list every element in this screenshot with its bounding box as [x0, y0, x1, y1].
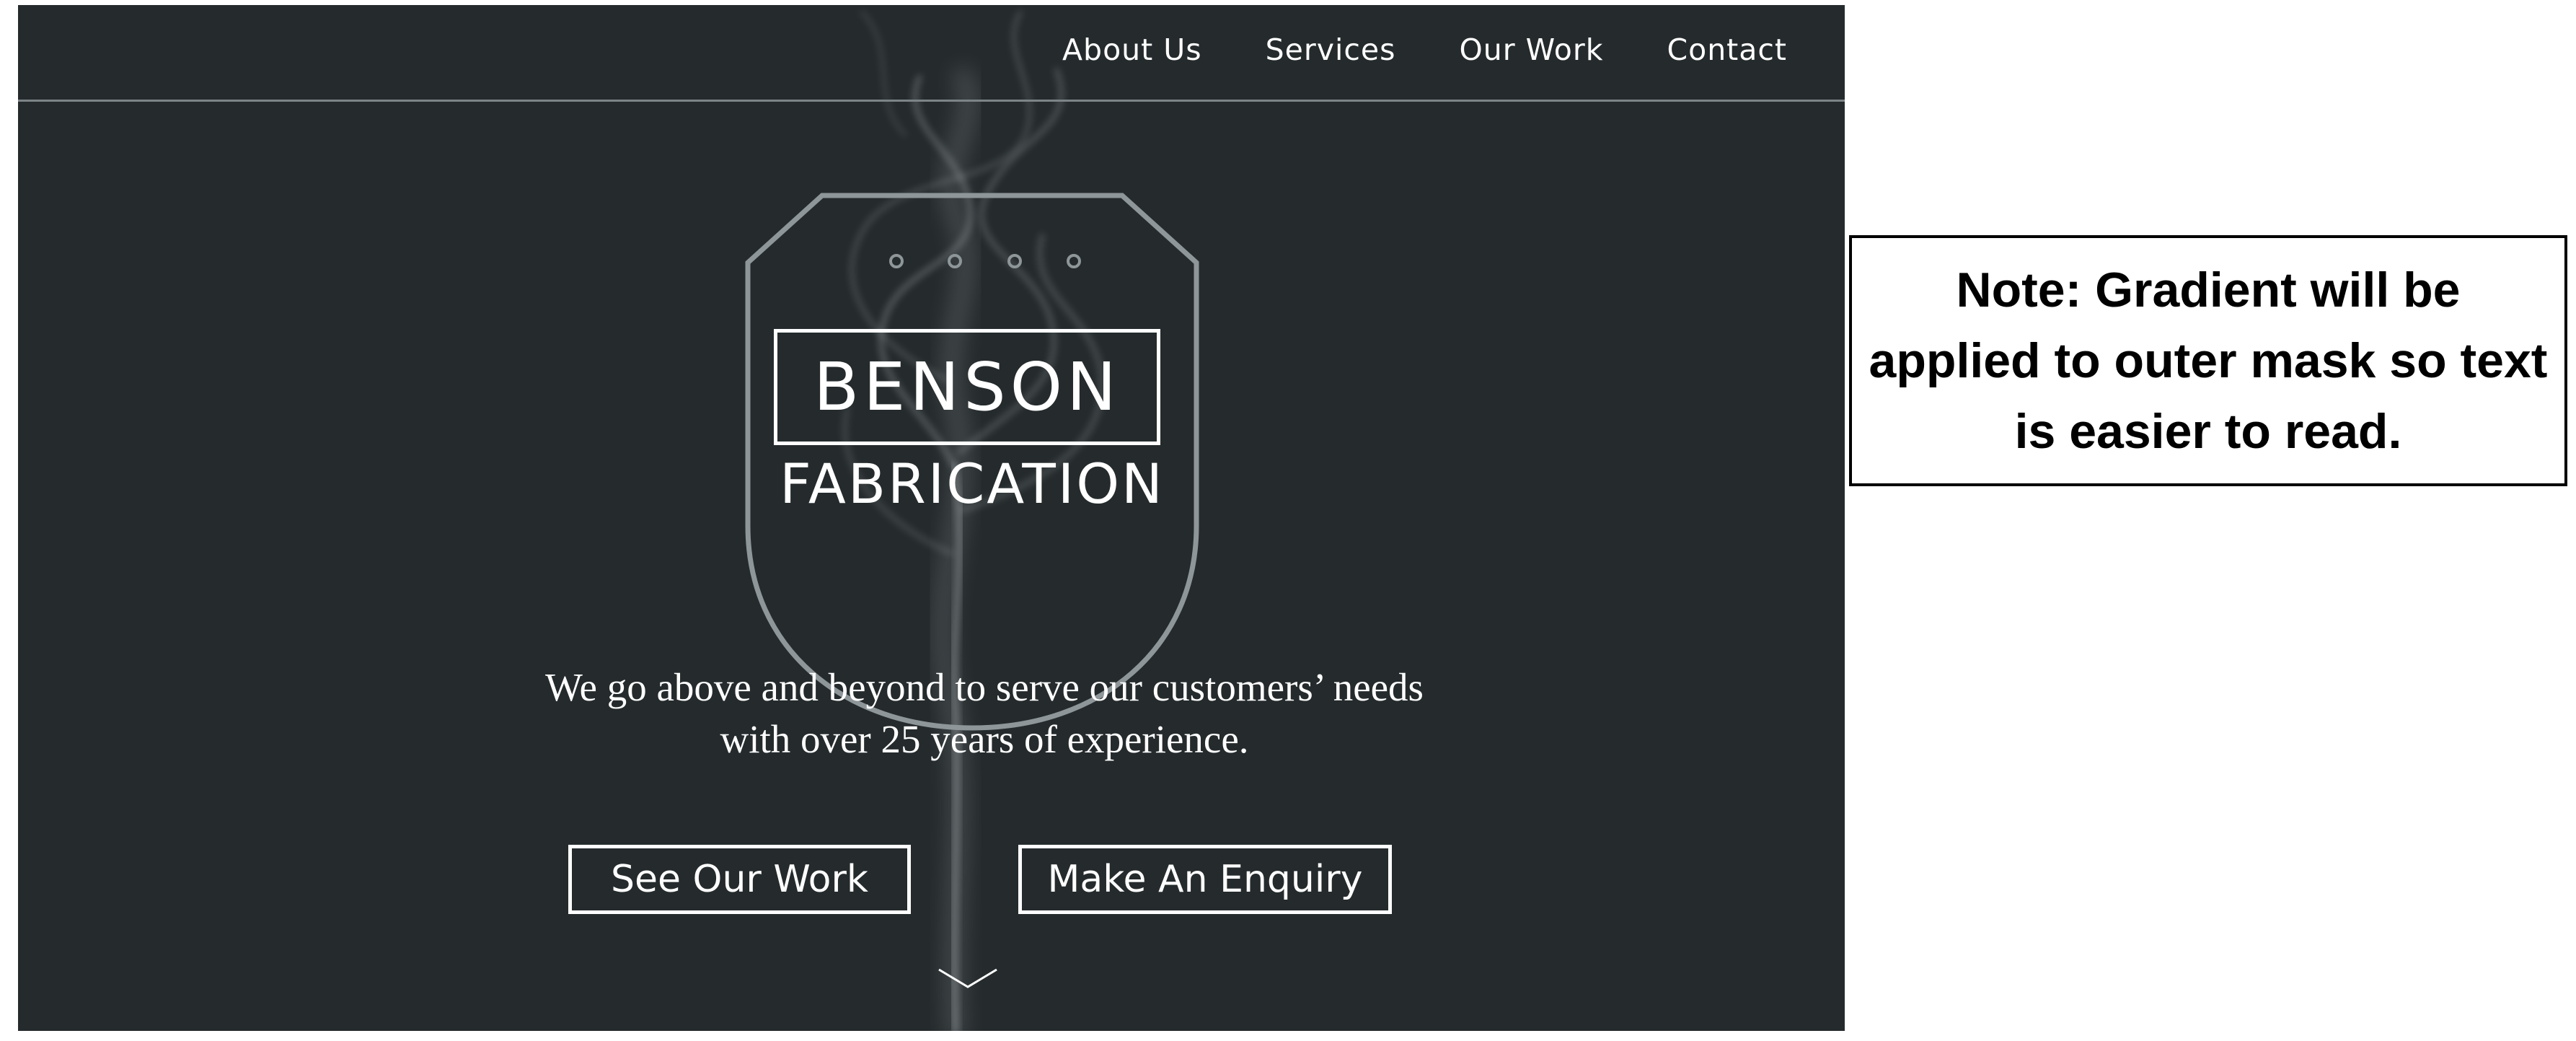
- chevron-down-icon[interactable]: [937, 966, 999, 991]
- hero-tagline: We go above and beyond to serve our cust…: [379, 662, 1590, 765]
- nav-link-our-work[interactable]: Our Work: [1460, 35, 1604, 65]
- page: About Us Services Our Work Contact BENSO…: [0, 0, 2576, 1041]
- note-text: Note: Gradient will be applied to outer …: [1869, 263, 2548, 459]
- hero-section: About Us Services Our Work Contact BENSO…: [18, 5, 1845, 1031]
- see-our-work-button[interactable]: See Our Work: [568, 845, 911, 914]
- brand-name: BENSON: [813, 348, 1121, 426]
- tagline-line-2: with over 25 years of experience.: [720, 717, 1249, 761]
- nav-link-contact[interactable]: Contact: [1667, 35, 1787, 65]
- top-navigation: About Us Services Our Work Contact: [18, 5, 1845, 102]
- make-an-enquiry-button[interactable]: Make An Enquiry: [1018, 845, 1392, 914]
- brand-name-box: BENSON: [774, 329, 1160, 445]
- annotation-note: Note: Gradient will be applied to outer …: [1849, 235, 2567, 486]
- brand-subtitle: FABRICATION: [780, 452, 1165, 516]
- tagline-line-1: We go above and beyond to serve our cust…: [545, 665, 1424, 709]
- nav-link-about-us[interactable]: About Us: [1062, 35, 1202, 65]
- nav-menu: About Us Services Our Work Contact: [1062, 35, 1787, 65]
- nav-link-services[interactable]: Services: [1266, 35, 1396, 65]
